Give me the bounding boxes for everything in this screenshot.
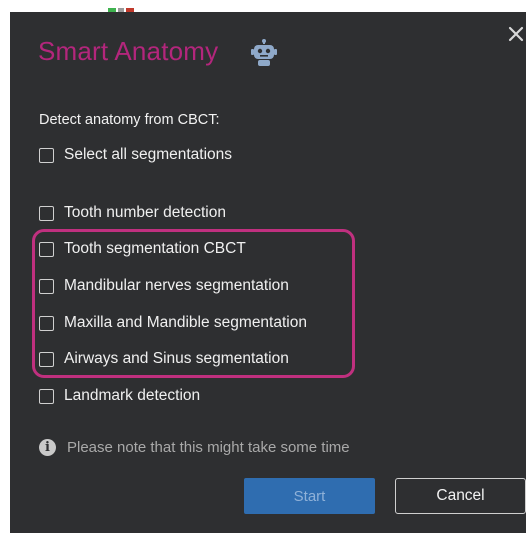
tooth-segmentation-option[interactable]: Tooth segmentation CBCT [39, 238, 246, 260]
landmark-option[interactable]: Landmark detection [39, 385, 200, 407]
close-icon[interactable] [506, 24, 526, 44]
landmark-checkbox[interactable] [39, 388, 54, 404]
time-note-text: Please note that this might take some ti… [67, 438, 350, 456]
page: Smart Anatomy Detect anatomy from CBCT: [0, 0, 526, 533]
smart-anatomy-dialog: Smart Anatomy Detect anatomy from CBCT: [10, 12, 526, 533]
select-all-option[interactable]: Select all segmentations [39, 144, 232, 166]
tooth-number-option[interactable]: Tooth number detection [39, 202, 226, 224]
dialog-subtitle: Detect anatomy from CBCT: [39, 112, 220, 128]
info-icon: i [39, 438, 56, 456]
tooth-number-label: Tooth number detection [64, 204, 226, 221]
cancel-button[interactable]: Cancel [395, 478, 526, 514]
landmark-label: Landmark detection [64, 387, 201, 404]
tooth-segmentation-checkbox[interactable] [39, 241, 54, 257]
maxilla-mandible-checkbox[interactable] [39, 315, 54, 331]
time-note: i Please note that this might take some … [39, 436, 350, 458]
airways-sinus-label: Airways and Sinus segmentation [64, 350, 289, 367]
start-button[interactable]: Start [244, 478, 375, 514]
airways-sinus-checkbox[interactable] [39, 351, 54, 367]
dialog-title: Smart Anatomy [38, 36, 219, 66]
maxilla-mandible-option[interactable]: Maxilla and Mandible segmentation [39, 312, 307, 334]
tooth-segmentation-label: Tooth segmentation CBCT [64, 240, 246, 257]
maxilla-mandible-label: Maxilla and Mandible segmentation [64, 314, 307, 331]
mandibular-nerves-option[interactable]: Mandibular nerves segmentation [39, 275, 289, 297]
robot-icon [249, 38, 279, 68]
airways-sinus-option[interactable]: Airways and Sinus segmentation [39, 348, 289, 370]
mandibular-nerves-checkbox[interactable] [39, 278, 54, 294]
mandibular-nerves-label: Mandibular nerves segmentation [64, 277, 289, 294]
select-all-label: Select all segmentations [64, 146, 233, 163]
tooth-number-checkbox[interactable] [39, 205, 54, 221]
select-all-checkbox[interactable] [39, 147, 54, 163]
